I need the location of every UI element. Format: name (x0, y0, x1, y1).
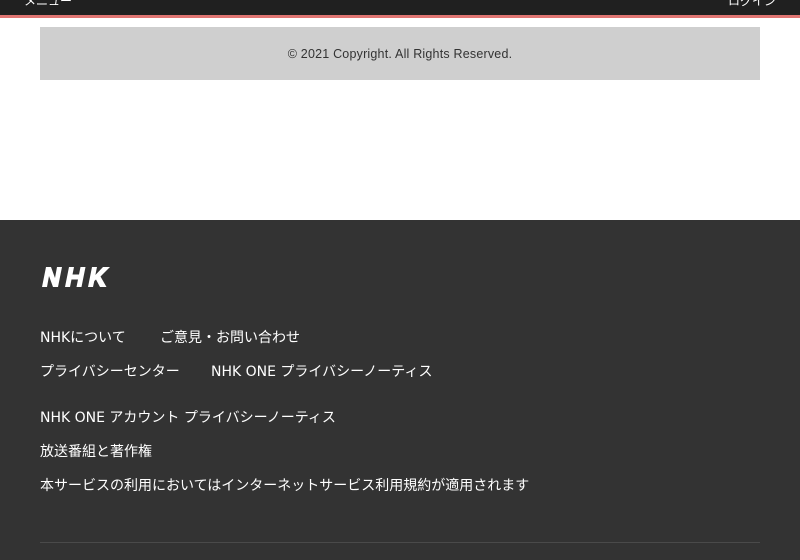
footer-link-account-privacy[interactable]: NHK ONE アカウント プライバシーノーティス (40, 409, 336, 427)
copyright-text: © 2021 Copyright. All Rights Reserved. (287, 46, 513, 61)
footer-link-feedback[interactable]: ご意見・お問い合わせ (160, 329, 300, 347)
header-accent-line (0, 15, 800, 18)
login-button[interactable]: ログイン (728, 0, 776, 8)
page: メニュー ログイン © 2021 Copyright. All Rights R… (0, 0, 800, 560)
footer-link-one-privacy[interactable]: NHK ONE プライバシーノーティス (211, 363, 432, 381)
copyright-box: © 2021 Copyright. All Rights Reserved. (40, 27, 760, 80)
footer-link-about[interactable]: NHKについて (40, 329, 126, 347)
footer-divider (40, 542, 760, 543)
footer-link-copyright-programs[interactable]: 放送番組と著作権 (40, 443, 152, 461)
footer-link-terms[interactable]: 本サービスの利用においてはインターネットサービス利用規約が適用されます (40, 477, 529, 495)
nhk-logo[interactable] (40, 265, 112, 289)
top-header: メニュー ログイン (0, 0, 800, 15)
footer: NHKについて ご意見・お問い合わせ プライバシーセンター NHK ONE プラ… (0, 220, 800, 560)
menu-button[interactable]: メニュー (24, 0, 72, 8)
footer-link-privacy-center[interactable]: プライバシーセンター (40, 363, 180, 381)
